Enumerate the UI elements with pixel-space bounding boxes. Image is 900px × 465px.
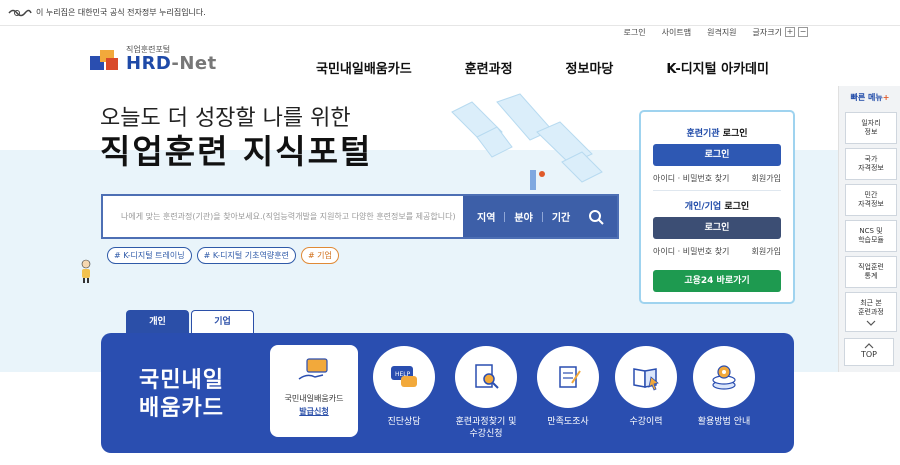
logo-title: HRD-Net (126, 53, 217, 74)
gov-notice-bar: 이 누리집은 대한민국 공식 전자정부 누리집입니다. (0, 0, 900, 26)
gov-notice-text: 이 누리집은 대한민국 공식 전자정부 누리집입니다. (36, 8, 206, 17)
tab-individual[interactable]: 개인 (126, 310, 189, 334)
card-apply-item[interactable]: 국민내일배움카드 발급신청 (270, 345, 358, 437)
institution-join-link[interactable]: 회원가입 (752, 173, 781, 184)
quick-menu-title-text: 빠른 메뉴 (850, 93, 883, 102)
login-divider (653, 190, 781, 191)
user-login-button[interactable]: 로그인 (653, 217, 781, 239)
util-remote-link[interactable]: 원격지원 (707, 27, 736, 38)
help-chat-icon: HELP (391, 366, 417, 387)
service-item-course-search[interactable]: 훈련과정찾기 및 수강신청 (454, 346, 518, 440)
filter-field[interactable]: 분야 (514, 209, 532, 224)
chevron-down-icon (866, 320, 876, 326)
nav-item-k-digital[interactable]: K-디지털 아카데미 (666, 58, 769, 77)
service-item-guide[interactable]: 활용방법 안내 (692, 346, 756, 428)
filter-divider (541, 211, 543, 222)
national-card-panel: 국민내일 배움카드 국민내일배움카드 발급신청 HELP 진단상담 훈련과정찾기… (101, 333, 794, 453)
font-decrease-button[interactable]: − (798, 27, 808, 37)
institution-login-title-b: 로그인 (719, 129, 748, 139)
card-apply-link[interactable]: 발급신청 (299, 406, 328, 417)
user-join-link[interactable]: 회원가입 (752, 246, 781, 257)
guide-label: 활용방법 안내 (697, 417, 751, 427)
hashtag-k-digital-basic[interactable]: # K-디지털 기초역량훈련 (196, 247, 296, 264)
mascot-icon (81, 259, 91, 283)
consult-circle: HELP (373, 346, 435, 408)
service-item-history[interactable]: 수강이력 (614, 346, 678, 428)
font-size-control: 글자크기 + − (753, 27, 808, 38)
hero-title: 직업훈련 지식포털 (100, 132, 373, 171)
logo-title-hrd: HRD (126, 53, 172, 74)
document-search-icon (475, 364, 499, 389)
institution-login-button[interactable]: 로그인 (653, 144, 781, 166)
search-bar: 나에게 맞는 훈련과정(기관)을 찾아보세요.(직업능력개발을 지원하고 다양한… (101, 194, 619, 239)
filter-period[interactable]: 기간 (552, 209, 570, 224)
quick-item-national-cert[interactable]: 국가 자격정보 (845, 148, 897, 180)
course-search-label: 훈련과정찾기 및 수강신청 (455, 417, 517, 439)
user-login-title: 개인/기업 로그인 (641, 199, 793, 212)
recent-courses-label: 최근 본 훈련과정 (858, 298, 884, 316)
quick-menu-plus: + (882, 93, 890, 102)
history-circle (615, 346, 677, 408)
search-input[interactable]: 나에게 맞는 훈련과정(기관)을 찾아보세요.(직업능력개발을 지원하고 다양한… (103, 196, 463, 237)
nav-item-courses[interactable]: 훈련과정 (465, 58, 513, 77)
quick-item-jobs[interactable]: 일자리 정보 (845, 112, 897, 144)
card-hand-icon (298, 358, 328, 380)
institution-login-title: 훈련기관 로그인 (641, 126, 793, 139)
gov-logo-icon (8, 9, 32, 16)
nav-item-card[interactable]: 국민내일배움카드 (316, 58, 412, 77)
consult-label: 진단상담 (387, 417, 421, 427)
institution-login-links: 아이디 · 비밀번호 찾기 회원가입 (653, 173, 781, 184)
search-filters: 지역 분야 기간 (463, 196, 604, 237)
audience-tabs: 개인 기업 (126, 310, 256, 334)
goyong24-button[interactable]: 고용24 바로가기 (653, 270, 781, 292)
user-login-links: 아이디 · 비밀번호 찾기 회원가입 (653, 246, 781, 257)
scroll-top-label: TOP (860, 350, 877, 359)
util-login-link[interactable]: 로그인 (624, 27, 646, 38)
quick-item-private-cert[interactable]: 민간 자격정보 (845, 184, 897, 216)
tab-company[interactable]: 기업 (191, 310, 254, 334)
user-find-account-link[interactable]: 아이디 · 비밀번호 찾기 (653, 246, 729, 257)
search-icon[interactable] (588, 209, 604, 225)
filter-divider (504, 211, 506, 222)
survey-circle (537, 346, 599, 408)
util-sitemap-link[interactable]: 사이트맵 (662, 27, 691, 38)
service-item-survey[interactable]: 만족도조사 (536, 346, 600, 428)
quick-menu: 빠른 메뉴+ 일자리 정보 국가 자격정보 민간 자격정보 NCS 및 학습모듈… (838, 86, 900, 372)
user-login-title-b: 로그인 (721, 202, 750, 212)
history-label: 수강이력 (629, 417, 663, 427)
service-item-consult[interactable]: HELP 진단상담 (372, 346, 436, 428)
nav-item-info[interactable]: 정보마당 (566, 58, 614, 77)
quick-item-ncs[interactable]: NCS 및 학습모듈 (845, 220, 897, 252)
survey-label: 만족도조사 (547, 417, 589, 427)
font-increase-button[interactable]: + (785, 27, 795, 37)
hashtag-company[interactable]: # 기업 (300, 247, 339, 264)
login-panel: 훈련기관 로그인 로그인 아이디 · 비밀번호 찾기 회원가입 개인/기업 로그… (639, 110, 795, 304)
hashtag-k-digital-training[interactable]: # K-디지털 트레이닝 (107, 247, 192, 264)
institution-find-account-link[interactable]: 아이디 · 비밀번호 찾기 (653, 173, 729, 184)
utility-menu: 로그인 사이트맵 원격지원 글자크기 + − (624, 26, 808, 38)
hrd-3d-illustration (451, 93, 603, 190)
quick-menu-title: 빠른 메뉴+ (839, 92, 900, 103)
quick-item-recent-courses[interactable]: 최근 본 훈련과정 (845, 292, 897, 332)
survey-scroll-icon (559, 366, 581, 388)
guide-circle (693, 346, 755, 408)
institution-login-title-a: 훈련기관 (686, 129, 720, 139)
scroll-top-button[interactable]: TOP (844, 338, 894, 366)
gear-stack-icon (712, 365, 736, 390)
logo-title-net: -Net (171, 53, 217, 74)
panel-title: 국민내일 배움카드 (139, 368, 224, 421)
main-navigation: 국민내일배움카드 훈련과정 정보마당 K-디지털 아카데미 (316, 58, 822, 77)
user-login-title-a: 개인/기업 (684, 202, 722, 212)
filter-region[interactable]: 지역 (477, 209, 495, 224)
hrd-net-logo[interactable]: 직업훈련포털 HRD-Net (88, 44, 218, 74)
hashtag-list: # K-디지털 트레이닝 # K-디지털 기초역량훈련 # 기업 (107, 247, 339, 264)
font-size-label: 글자크기 (752, 27, 782, 37)
chevron-up-icon (864, 343, 874, 349)
card-apply-label: 국민내일배움카드 (284, 394, 344, 403)
quick-item-statistics[interactable]: 직업훈련 통계 (845, 256, 897, 288)
hrd-logo-icon (90, 50, 118, 70)
course-search-circle (455, 346, 517, 408)
card-apply-box: 국민내일배움카드 발급신청 (270, 345, 358, 437)
book-cursor-icon (633, 368, 659, 391)
